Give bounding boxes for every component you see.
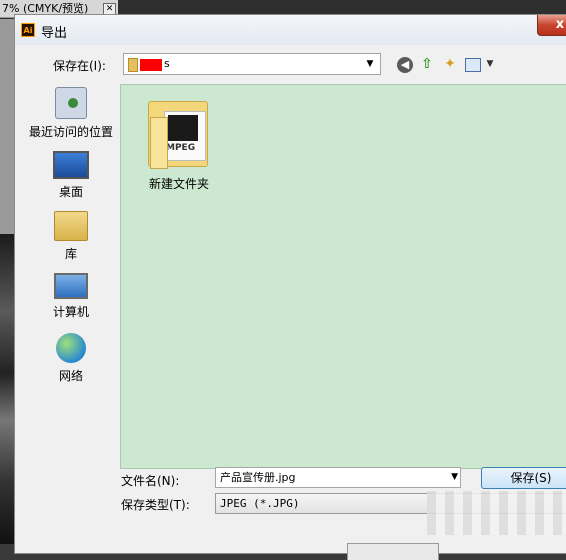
place-label: 库: [64, 247, 77, 261]
place-label: 网络: [58, 369, 83, 383]
filename-value: 产品宣传册.jpg: [220, 471, 296, 484]
chevron-down-icon[interactable]: ▼: [451, 468, 458, 487]
computer-icon: [54, 273, 88, 299]
place-label: 最近访问的位置: [28, 125, 113, 139]
filetype-label: 保存类型(T):: [121, 498, 190, 512]
list-item[interactable]: MPEG 新建文件夹: [141, 97, 217, 192]
file-name: 新建文件夹: [148, 177, 209, 191]
background-canvas-image: [0, 234, 14, 544]
library-icon: [54, 211, 88, 241]
view-menu-arrow-icon[interactable]: ▼: [481, 55, 499, 73]
folder-overlay-text: MPEG: [166, 143, 196, 153]
place-library[interactable]: 库: [23, 211, 119, 262]
dialog-titlebar[interactable]: Ai 导出 x: [15, 15, 566, 45]
place-label: 计算机: [52, 305, 89, 319]
filename-field[interactable]: 产品宣传册.jpg ▼: [215, 467, 461, 488]
partial-button[interactable]: [347, 543, 439, 560]
file-list[interactable]: MPEG 新建文件夹: [120, 84, 566, 469]
place-network[interactable]: 网络: [23, 333, 119, 384]
chevron-down-icon[interactable]: ▼: [362, 56, 378, 72]
dialog-title: 导出: [41, 26, 68, 41]
place-label: 桌面: [58, 185, 83, 199]
place-computer[interactable]: 计算机: [23, 273, 119, 320]
place-recent[interactable]: 最近访问的位置: [23, 87, 119, 140]
background-panel: [0, 19, 14, 234]
save-in-dropdown[interactable]: s ▼: [123, 53, 381, 75]
filetype-value: JPEG (*.JPG): [220, 497, 300, 510]
redacted-folder-name: [140, 59, 162, 71]
folder-icon: MPEG: [144, 97, 214, 169]
film-icon: [168, 115, 198, 141]
back-icon[interactable]: ◀: [397, 57, 413, 73]
view-menu-icon[interactable]: [465, 58, 481, 72]
new-folder-icon[interactable]: ✦: [441, 55, 459, 73]
save-in-label: 保存在(I):: [53, 59, 106, 73]
filename-label: 文件名(N):: [121, 474, 180, 488]
close-button[interactable]: x: [537, 15, 566, 36]
illustrator-icon: Ai: [21, 23, 35, 37]
save-button[interactable]: 保存(S): [481, 467, 566, 489]
up-folder-icon[interactable]: ⇧: [418, 55, 436, 73]
desktop-icon: [53, 151, 89, 179]
save-in-value: s: [164, 57, 170, 70]
recent-places-icon: [55, 87, 87, 119]
pixelated-overlay: [427, 491, 566, 535]
folder-icon: [128, 58, 138, 72]
network-icon: [56, 333, 86, 363]
export-dialog: Ai 导出 x 保存在(I): s ▼ ◀ ⇧ ✦ ▼ 最近访问的位置 桌面 库…: [14, 14, 566, 560]
place-desktop[interactable]: 桌面: [23, 151, 119, 200]
